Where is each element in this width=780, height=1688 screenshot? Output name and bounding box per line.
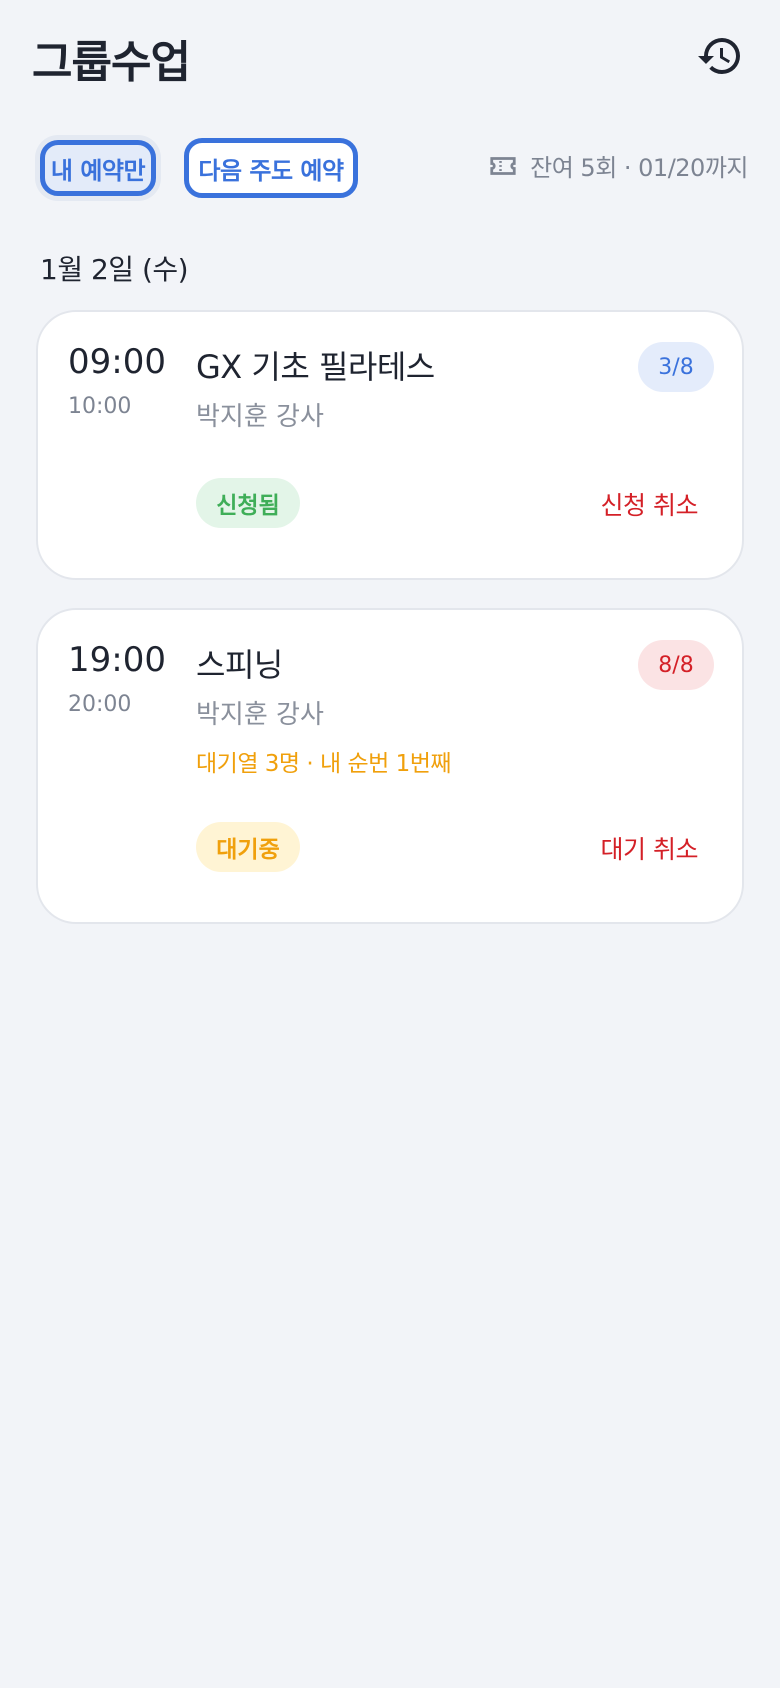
- filter-bar: 내 예약만 다음 주도 예약 잔여 5회 · 01/20까지: [0, 134, 780, 204]
- ticket-icon: [490, 156, 516, 175]
- capacity-badge: 8/8: [638, 640, 714, 690]
- capacity-badge: 3/8: [638, 342, 714, 392]
- class-start-time: 09:00: [68, 342, 166, 382]
- class-instructor: 박지훈 강사: [196, 402, 324, 432]
- history-icon[interactable]: [696, 32, 744, 80]
- class-start-time: 19:00: [68, 640, 166, 680]
- class-name: GX 기초 필라테스: [196, 348, 435, 386]
- waitlist-info: 대기열 3명 · 내 순번 1번째: [196, 751, 452, 777]
- next-week-reservation-chip[interactable]: 다음 주도 예약: [184, 138, 358, 198]
- ticket-remaining-info: 잔여 5회 · 01/20까지: [488, 148, 748, 183]
- status-badge: 대기중: [196, 822, 300, 872]
- date-heading: 1월 2일 (수): [40, 253, 189, 286]
- ticket-remaining-text: 잔여 5회 · 01/20까지: [530, 154, 748, 182]
- class-card[interactable]: 19:00 20:00 스피닝 박지훈 강사 대기열 3명 · 내 순번 1번째…: [36, 608, 744, 924]
- cancel-reservation-button[interactable]: 신청 취소: [601, 486, 699, 522]
- status-badge: 신청됨: [196, 478, 300, 528]
- cancel-waitlist-button[interactable]: 대기 취소: [601, 830, 699, 866]
- class-end-time: 20:00: [68, 692, 132, 717]
- class-card[interactable]: 09:00 10:00 GX 기초 필라테스 박지훈 강사 3/8 신청됨 신청…: [36, 310, 744, 580]
- class-end-time: 10:00: [68, 394, 132, 419]
- my-reservations-filter-chip[interactable]: 내 예약만: [40, 140, 156, 196]
- app-header: 그룹수업: [0, 0, 780, 110]
- class-instructor: 박지훈 강사: [196, 700, 324, 730]
- page-title: 그룹수업: [32, 37, 191, 88]
- class-name: 스피닝: [196, 646, 283, 684]
